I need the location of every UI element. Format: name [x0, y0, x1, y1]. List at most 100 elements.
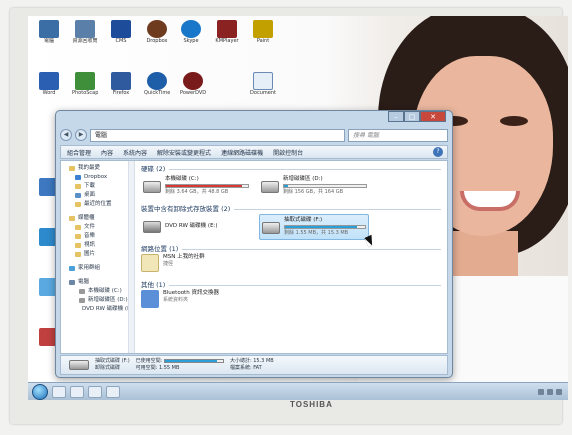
- desktop-icon-photoscape[interactable]: PhotoScape: [72, 72, 98, 102]
- desktop-icon-recycle[interactable]: 資源回收筒: [72, 20, 98, 50]
- desktop-icon-quicktime[interactable]: QuickTime: [144, 72, 170, 102]
- drive-c[interactable]: 本機磁碟 (C:) 剩餘 3.64 GB，共 48.8 GB: [141, 174, 251, 200]
- desktop-icon-skype[interactable]: Skype: [178, 20, 204, 50]
- nav-computer[interactable]: 電腦: [61, 278, 134, 287]
- drive-d[interactable]: 新增磁碟區 (D:) 剩餘 156 GB，共 164 GB: [259, 174, 369, 200]
- toolbar-uninstall[interactable]: 解除安裝或變更程式: [157, 148, 211, 157]
- group-header-network[interactable]: 網路位置 (1): [141, 244, 441, 254]
- paint-icon: [253, 20, 273, 38]
- drive-icon: [79, 298, 85, 303]
- drive-d-usage-fill: [284, 185, 289, 187]
- drive-c-usage-fill: [166, 185, 243, 187]
- desktop-icon-kmplayer[interactable]: KMPlayer: [214, 20, 240, 50]
- other-item-desc: 系統資料夾: [163, 297, 189, 303]
- drive-f-meta: 剩餘 1.55 MB，共 15.3 MB: [284, 230, 349, 236]
- toolbar-system-properties[interactable]: 系統內容: [123, 148, 147, 157]
- nav-dropbox[interactable]: Dropbox: [61, 173, 134, 182]
- group-header-other[interactable]: 其他 (1): [141, 280, 441, 290]
- desktop-icon-computer[interactable]: 電腦: [36, 20, 62, 50]
- group-header-hdd[interactable]: 硬碟 (2): [141, 164, 441, 174]
- network-item-msn[interactable]: MSN 上我的社群 捷徑: [141, 254, 441, 280]
- drive-c-name: 本機磁碟 (C:): [165, 176, 199, 182]
- skype-icon: [181, 20, 201, 38]
- drive-icon: [79, 289, 85, 294]
- toolbar-map-network-drive[interactable]: 連線網路磁碟機: [221, 148, 263, 157]
- search-input[interactable]: 搜尋 電腦: [348, 128, 448, 142]
- taskbar: [28, 382, 568, 400]
- star-icon: [69, 166, 75, 171]
- address-bar[interactable]: 電腦: [90, 128, 345, 142]
- nav-favorites[interactable]: 我的最愛: [61, 164, 134, 173]
- desktop-icon-cms[interactable]: CMS: [108, 20, 134, 50]
- quicktime-icon: [147, 72, 167, 90]
- details-free-value: 1.55 MB: [158, 365, 180, 371]
- drive-f[interactable]: 抽取式磁碟 (F:) 剩餘 1.55 MB，共 15.3 MB: [259, 214, 369, 240]
- close-button[interactable]: ✕: [420, 111, 446, 122]
- bluetooth-icon: [141, 290, 159, 308]
- nav-video[interactable]: 視訊: [61, 241, 134, 250]
- explorer-window[interactable]: – □ ✕ ◀ ▶ 電腦 搜尋 電腦 組合管理 內容 系統內容 解除安裝或變更程…: [55, 110, 453, 378]
- minimize-button[interactable]: –: [388, 111, 404, 122]
- nav-drive-d[interactable]: 新增磁碟區 (D:): [61, 296, 134, 305]
- details-fs-value: FAT: [253, 365, 262, 371]
- photoscape-icon: [75, 72, 95, 90]
- system-tray: [538, 388, 562, 395]
- desktop-icon-word[interactable]: Word: [36, 72, 62, 102]
- music-icon: [75, 234, 81, 239]
- window-controls: – □ ✕: [388, 111, 446, 122]
- battery-icon[interactable]: [556, 388, 562, 395]
- nav-homegroup[interactable]: 家用群組: [61, 264, 134, 273]
- back-button[interactable]: ◀: [60, 129, 72, 141]
- nav-documents[interactable]: 文件: [61, 223, 134, 232]
- taskbar-media-icon[interactable]: [88, 385, 102, 398]
- forward-button[interactable]: ▶: [75, 129, 87, 141]
- desktop-icon-powerdvd[interactable]: PowerDVD: [180, 72, 206, 102]
- nav-drive-c[interactable]: 本機磁碟 (C:): [61, 287, 134, 296]
- details-fs-label: 檔案系統:: [229, 365, 252, 371]
- folder-icon: [75, 184, 81, 189]
- desktop-screen: 電腦 資源回收筒 CMS Dropbox Skype KMPlayer Pain…: [28, 16, 568, 400]
- word-icon: [39, 72, 59, 90]
- network-icon[interactable]: [538, 388, 544, 395]
- photo-frame: 電腦 資源回收筒 CMS Dropbox Skype KMPlayer Pain…: [0, 0, 572, 435]
- nav-libraries[interactable]: 媒體櫃: [61, 214, 134, 223]
- drive-d-name: 新增磁碟區 (D:): [283, 176, 323, 182]
- folder-icon: [75, 202, 81, 207]
- library-icon: [69, 216, 75, 221]
- drive-c-usage-bar: [165, 184, 249, 188]
- group-header-removable[interactable]: 裝置中含有卸除式存放裝置 (2): [141, 204, 441, 214]
- taskbar-explorer-icon[interactable]: [52, 385, 66, 398]
- drive-e-name: DVD RW 磁碟機 (E:): [165, 223, 218, 229]
- nav-music[interactable]: 音樂: [61, 232, 134, 241]
- nav-download[interactable]: 下載: [61, 182, 134, 191]
- toolbar-properties[interactable]: 內容: [101, 148, 113, 157]
- navpane-scrollbar[interactable]: [128, 161, 134, 353]
- nav-drive-e[interactable]: DVD RW 磁碟機 (E:): [61, 305, 134, 314]
- monitor-brand-logo: TOSHIBA: [290, 400, 333, 409]
- network-item-desc: 捷徑: [163, 261, 174, 267]
- drive-e[interactable]: DVD RW 磁碟機 (E:): [141, 214, 251, 240]
- nav-recent[interactable]: 最近的位置: [61, 200, 134, 209]
- toolbar-organize[interactable]: 組合管理: [67, 148, 91, 157]
- taskbar-browser-icon[interactable]: [70, 385, 84, 398]
- desktop-icon-document[interactable]: Document: [250, 72, 276, 102]
- folder-shortcut-icon: [141, 254, 159, 272]
- drive-f-name: 抽取式磁碟 (F:): [284, 217, 323, 223]
- other-item-bluetooth[interactable]: Bluetooth 資訊交換器 系統資料夾: [141, 290, 441, 316]
- start-button[interactable]: [32, 383, 48, 400]
- desktop-icon-dropbox[interactable]: Dropbox: [144, 20, 170, 50]
- toolbar-control-panel[interactable]: 開啟控制台: [273, 148, 303, 157]
- maximize-button[interactable]: □: [404, 111, 420, 122]
- window-body: 我的最愛 Dropbox 下載 桌面 最近的位置 媒體櫃 文件 音樂 視訊 圖片…: [60, 160, 448, 354]
- nav-desktop[interactable]: 桌面: [61, 191, 134, 200]
- taskbar-app-icon[interactable]: [106, 385, 120, 398]
- volume-icon[interactable]: [547, 388, 553, 395]
- desktop-icon-firefox[interactable]: Firefox: [108, 72, 134, 102]
- desktop-icon-paint[interactable]: Paint: [250, 20, 276, 50]
- nav-pictures[interactable]: 圖片: [61, 250, 134, 259]
- hard-drive-icon: [143, 181, 161, 193]
- powerdvd-icon: [183, 72, 203, 90]
- firefox-icon: [111, 72, 131, 90]
- help-icon[interactable]: ?: [433, 147, 443, 157]
- window-titlebar[interactable]: – □ ✕: [56, 111, 452, 127]
